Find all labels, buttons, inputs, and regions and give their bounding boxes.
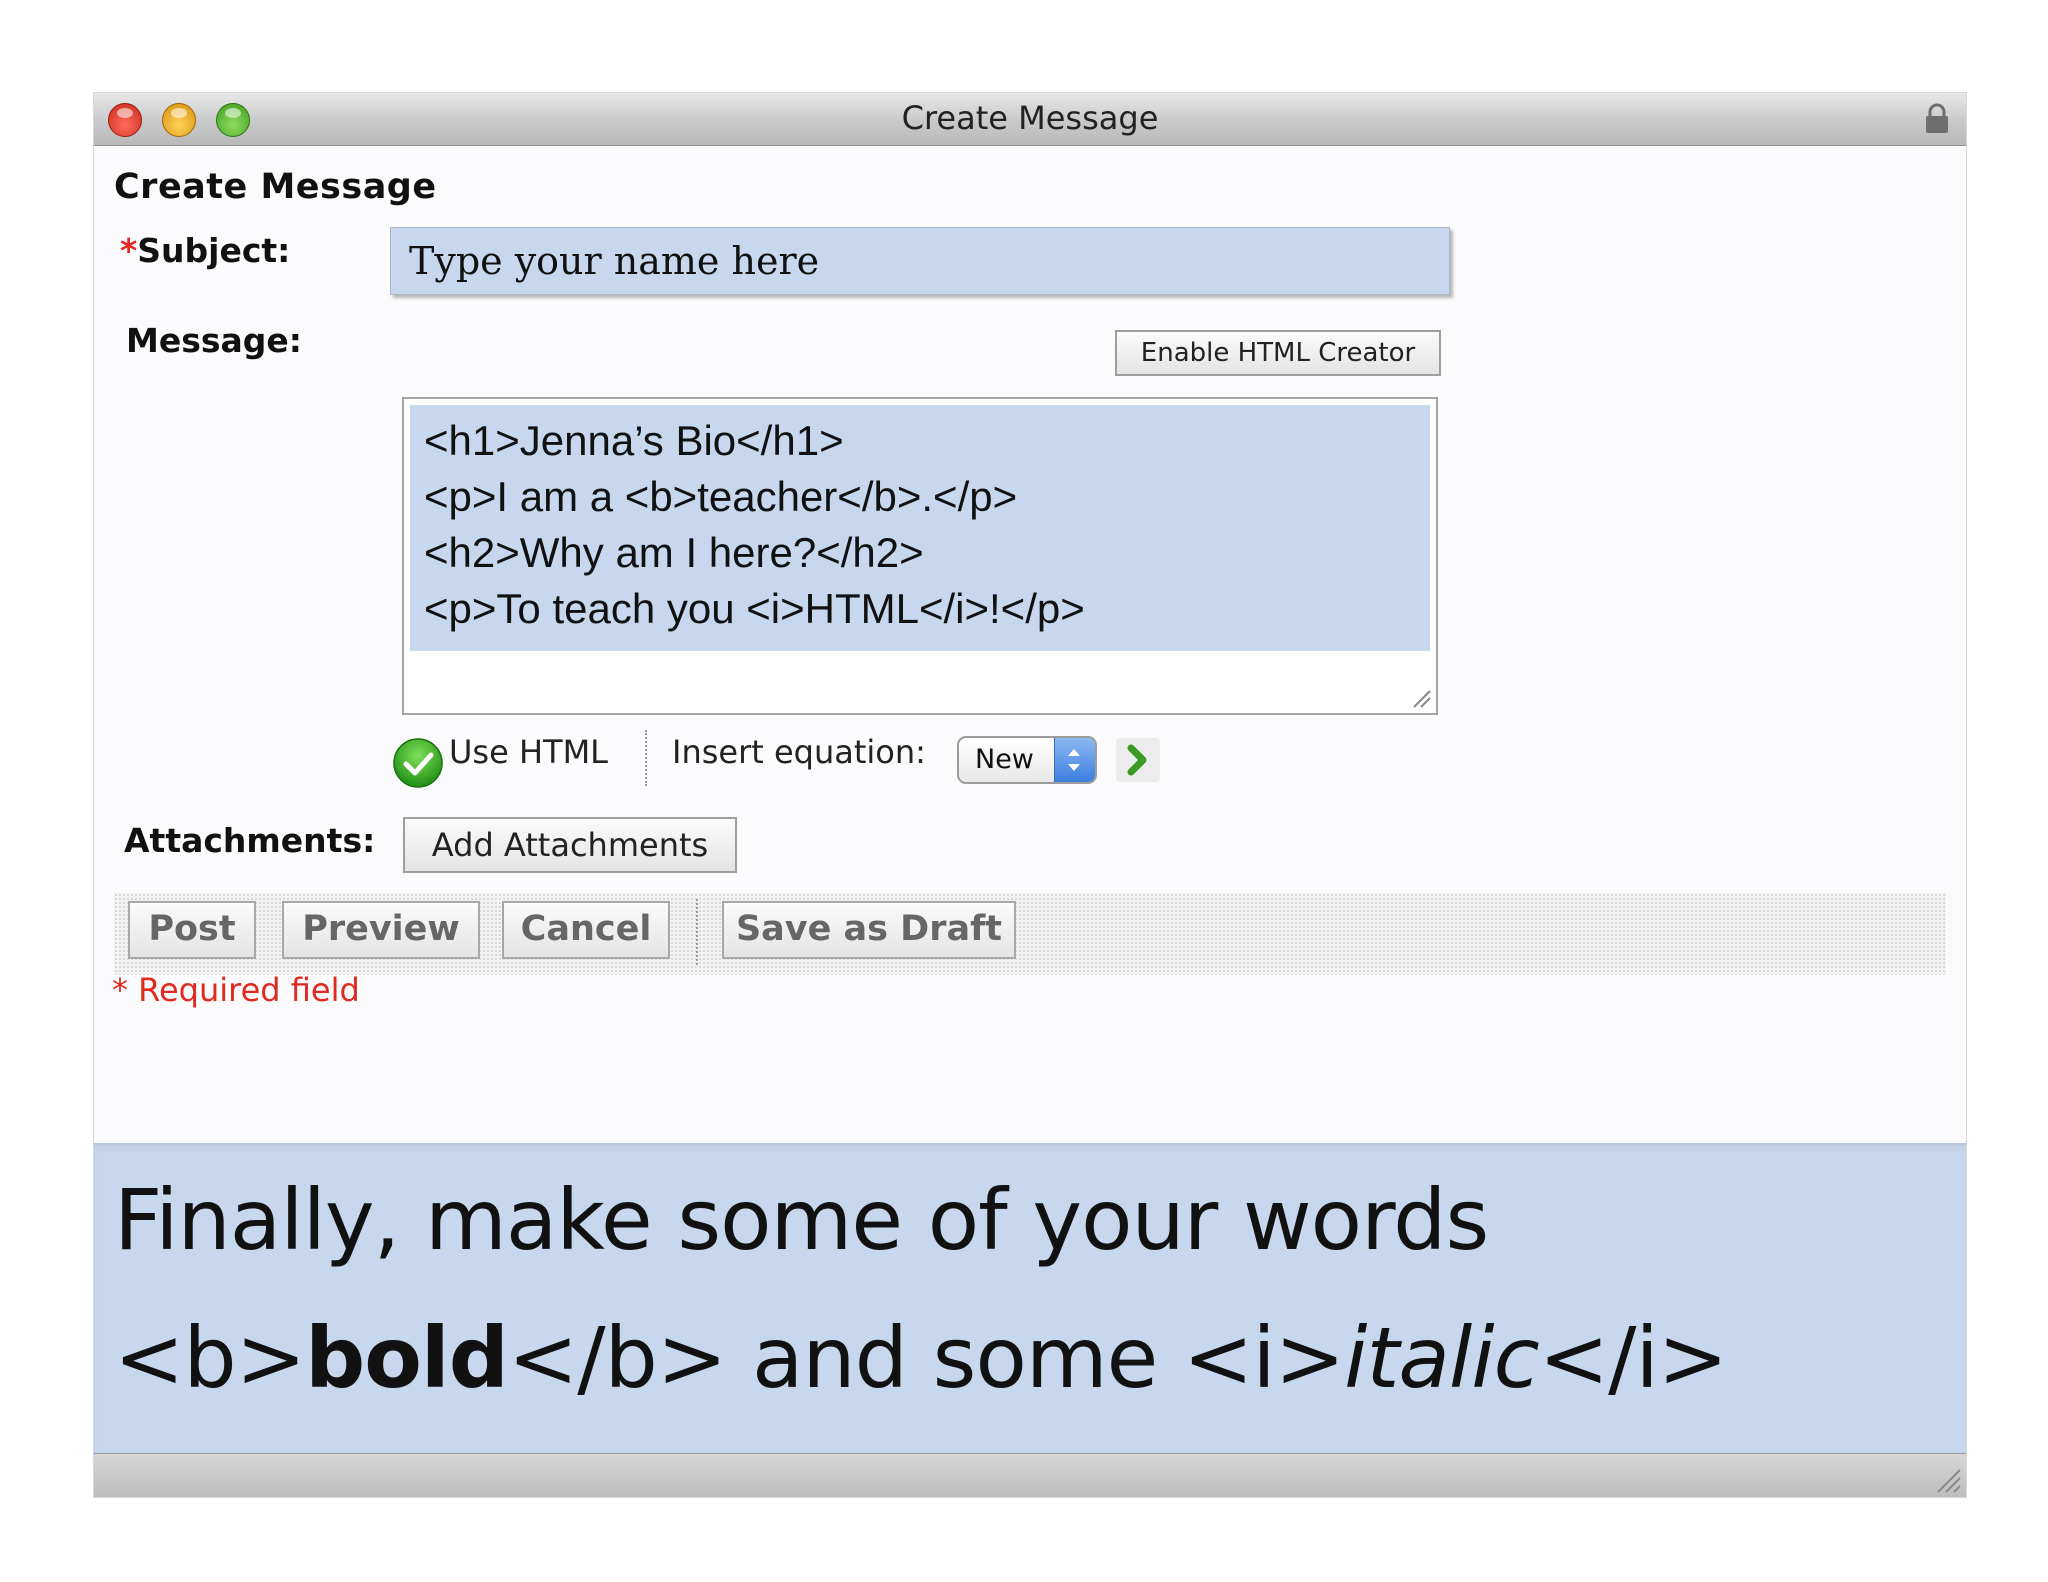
window-resize-icon[interactable] [1932,1464,1962,1494]
caption-line-1: Finally, make some of your words [114,1171,1489,1269]
required-asterisk: * [120,231,138,270]
resize-grip-icon[interactable] [1410,687,1432,709]
instruction-caption: Finally, make some of your words <b>bold… [94,1143,1966,1453]
caption-b-open: <b> [114,1309,306,1407]
caption-middle: </b> and some <i> [507,1309,1345,1407]
title-bar[interactable]: Create Message [94,93,1966,146]
use-html-label[interactable]: Use HTML [449,733,608,771]
required-field-note: * Required field [112,971,360,1009]
enable-html-creator-button[interactable]: Enable HTML Creator [1115,330,1441,376]
create-message-window: Create Message Create Message *Subject: … [94,93,1966,1497]
add-attachments-button[interactable]: Add Attachments [403,817,737,873]
subject-input[interactable]: Type your name here [390,227,1450,295]
status-bar [94,1453,1966,1497]
equation-select-value: New [975,744,1034,775]
form-heading: Create Message [114,167,437,207]
post-button[interactable]: Post [128,901,256,959]
message-line-3: <h2>Why am I here?</h2> [424,529,924,576]
action-divider [696,899,698,965]
message-textarea[interactable]: <h1>Jenna’s Bio</h1> <p>I am a <b>teache… [402,397,1438,715]
caption-i-close: </i> [1538,1309,1728,1407]
attachments-label: Attachments: [124,821,376,860]
message-line-1: <h1>Jenna’s Bio</h1> [424,417,844,464]
insert-equation-label: Insert equation: [672,733,926,771]
caption-italic-word: italic [1344,1309,1540,1407]
options-divider [645,730,647,786]
subject-label: *Subject: [120,231,290,270]
save-as-draft-button[interactable]: Save as Draft [722,901,1016,959]
go-arrow-icon[interactable] [1115,737,1161,783]
checkmark-icon[interactable] [392,737,444,789]
lock-icon [1926,103,1948,133]
equation-select[interactable]: New [957,736,1097,784]
window-title: Create Message [901,99,1159,137]
caption-bold-word: bold [305,1309,509,1407]
select-arrows-icon [1054,738,1095,782]
caption-line-2: <b>bold</b> and some <i>italic</i> [114,1309,1728,1407]
message-label: Message: [126,321,302,360]
message-line-4: <p>To teach you <i>HTML</i>!</p> [424,585,1085,632]
subject-label-text: Subject: [137,231,291,270]
cancel-button[interactable]: Cancel [502,901,670,959]
message-line-2: <p>I am a <b>teacher</b>.</p> [424,473,1018,520]
preview-button[interactable]: Preview [282,901,480,959]
